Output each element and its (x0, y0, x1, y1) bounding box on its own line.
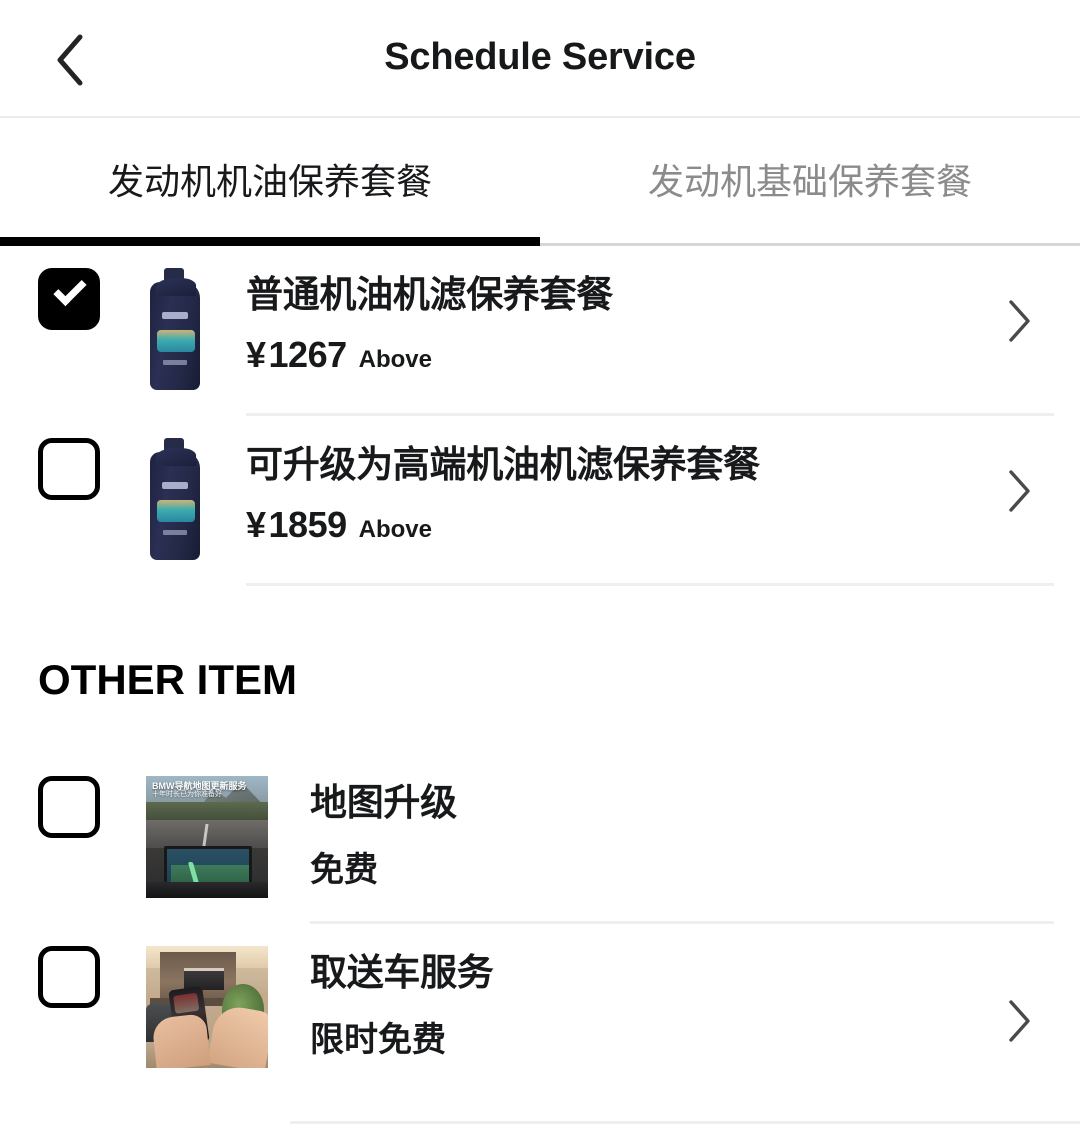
package-title: 普通机油机滤保养套餐 (246, 274, 613, 315)
package-detail-chevron[interactable] (1004, 298, 1034, 342)
chevron-right-icon (1004, 468, 1034, 514)
other-item-row[interactable]: BMW导航地图更新服务 十年时长已为你准备好 地图升级 免费 (0, 766, 1080, 936)
other-item-subtitle: 免费 (310, 851, 378, 890)
check-icon (53, 272, 87, 307)
tab-active-indicator (0, 237, 540, 246)
package-row[interactable]: 可升级为高端机油机滤保养套餐 ¥1859 Above (0, 416, 1080, 586)
tab-engine-oil-package[interactable]: 发动机机油保养套餐 (0, 118, 540, 246)
other-item-text: 地图升级 免费 (310, 776, 1054, 924)
other-item-subtitle: 限时免费 (310, 1021, 446, 1060)
other-item-title: 地图升级 (310, 782, 457, 823)
package-row[interactable]: 普通机油机滤保养套餐 ¥1267 Above (0, 246, 1080, 416)
chevron-right-icon (1004, 998, 1034, 1044)
map-upgrade-thumbnail: BMW导航地图更新服务 十年时长已为你准备好 (146, 776, 268, 898)
package-price: ¥1859 (246, 504, 347, 546)
package-detail-chevron[interactable] (1004, 468, 1034, 512)
tab-bar: 发动机机油保养套餐 发动机基础保养套餐 (0, 118, 1080, 246)
schedule-service-screen: Schedule Service 发动机机油保养套餐 发动机基础保养套餐 普通机… (0, 0, 1080, 1128)
price-value: 1267 (268, 334, 348, 376)
package-checkbox-standard[interactable] (38, 268, 100, 330)
other-item-detail-chevron[interactable] (1004, 998, 1034, 1042)
package-price-line: ¥1859 Above (246, 504, 1054, 546)
other-item-heading: OTHER ITEM (38, 656, 297, 703)
currency-symbol: ¥ (246, 504, 266, 546)
package-price-line: ¥1267 Above (246, 334, 1054, 376)
pickup-delivery-thumbnail (146, 946, 268, 1068)
other-item-checkbox-pickup-delivery[interactable] (38, 946, 100, 1008)
oil-bottle-thumbnail (146, 438, 204, 560)
package-text: 普通机油机滤保养套餐 ¥1267 Above (246, 268, 1054, 416)
tab-engine-basic-package[interactable]: 发动机基础保养套餐 (540, 118, 1080, 246)
thumbnail-caption-main: BMW导航地图更新服务 (152, 781, 247, 791)
oil-bottle-thumbnail (146, 268, 204, 390)
package-checkbox-premium[interactable] (38, 438, 100, 500)
other-item-title: 取送车服务 (310, 952, 494, 993)
list-bottom-divider (290, 1121, 1080, 1124)
chevron-right-icon (1004, 298, 1034, 344)
other-item-text: 取送车服务 限时免费 (310, 946, 1054, 1094)
thumbnail-caption: BMW导航地图更新服务 十年时长已为你准备好 (152, 781, 264, 799)
package-list: 普通机油机滤保养套餐 ¥1267 Above 可升级为高端机油机滤保养套餐 ¥1… (0, 246, 1080, 1106)
package-title: 可升级为高端机油机滤保养套餐 (246, 444, 760, 485)
price-value: 1859 (268, 504, 348, 546)
price-qualifier: Above (358, 516, 432, 544)
thumbnail-caption-sub: 十年时长已为你准备好 (152, 791, 222, 799)
price-qualifier: Above (358, 346, 432, 374)
app-header: Schedule Service (0, 0, 1080, 118)
page-title: Schedule Service (384, 36, 696, 78)
other-item-checkbox-map-upgrade[interactable] (38, 776, 100, 838)
package-price: ¥1267 (246, 334, 347, 376)
other-item-row[interactable]: 取送车服务 限时免费 (0, 936, 1080, 1106)
currency-symbol: ¥ (246, 334, 266, 376)
package-text: 可升级为高端机油机滤保养套餐 ¥1859 Above (246, 438, 1054, 586)
